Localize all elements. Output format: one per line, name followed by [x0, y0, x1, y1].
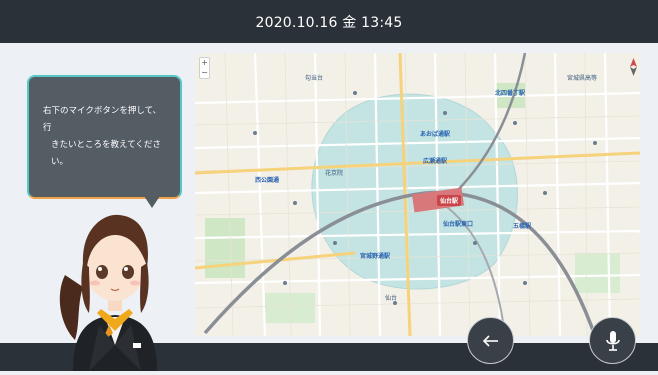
map-label-miyagino-dori[interactable]: 宮城野通駅	[360, 251, 390, 260]
assistant-speech-bubble: 右下のマイクボタンを押して、行 きたいところを教えてください。	[27, 75, 182, 199]
map-label-nishikoen[interactable]: 西公園通	[255, 175, 279, 184]
assistant-character-illustration	[55, 205, 175, 371]
assistant-message-line1: 右下のマイクボタンを押して、行	[43, 106, 162, 133]
map-label-aoba-dori[interactable]: あおば通駅	[420, 129, 450, 138]
assistant-message: 右下のマイクボタンを押して、行 きたいところを教えてください。	[29, 77, 180, 171]
map-label-miyagi-highschool: 宮城県高等	[567, 75, 598, 82]
compass-icon[interactable]	[629, 57, 638, 77]
zoom-in-button[interactable]: +	[200, 58, 209, 68]
arrow-left-icon	[482, 334, 498, 347]
map-label-sendai-station[interactable]: 仙台駅	[437, 195, 462, 206]
datetime-display: 2020.10.16 金 13:45	[255, 14, 403, 31]
microphone-button[interactable]	[589, 317, 636, 364]
map-label-hirose-dori[interactable]: 広瀬通駅	[423, 156, 447, 165]
map-label-kotodai: 勾当台	[305, 75, 324, 82]
map-label-sendai: 仙台	[385, 295, 398, 302]
map-graphic	[195, 53, 640, 336]
map-view[interactable]: あおば通駅 広瀬通駅 仙台駅 仙台駅東口 宮城野通駅 西公園通 北四番丁駅 宮城…	[195, 53, 640, 336]
map-label-kakyoin: 花京院	[325, 170, 344, 177]
map-zoom-control: + −	[199, 57, 210, 79]
header-bar: 2020.10.16 金 13:45	[0, 0, 658, 43]
map-label-sendai-east[interactable]: 仙台駅東口	[443, 219, 473, 228]
back-button[interactable]	[467, 317, 514, 364]
map-label-kitayobancho[interactable]: 北四番丁駅	[495, 88, 525, 97]
assistant-message-line2: きたいところを教えてください。	[51, 140, 161, 167]
microphone-icon	[605, 330, 620, 351]
map-label-itsutsubashi[interactable]: 五橋駅	[513, 221, 531, 230]
zoom-out-button[interactable]: −	[200, 68, 209, 78]
